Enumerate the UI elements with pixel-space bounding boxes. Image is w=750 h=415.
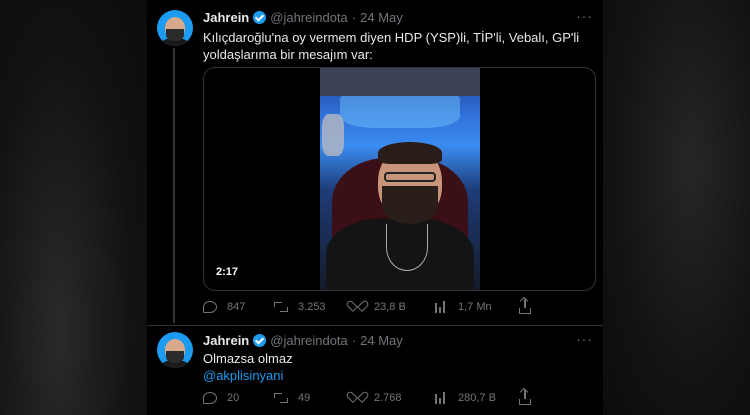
background-left: [0, 0, 147, 415]
like-icon: [350, 391, 364, 405]
tweet-header: Jahrein @jahreindota · 24 May ···: [203, 8, 593, 25]
author-handle[interactable]: @jahreindota: [270, 333, 348, 348]
reply-button[interactable]: 847: [203, 301, 274, 313]
like-button[interactable]: 23,8 B: [350, 300, 434, 314]
video-player[interactable]: 2:17: [203, 67, 596, 291]
like-count: 2.768: [374, 392, 402, 404]
mention-link[interactable]: @akplisinyani: [203, 367, 593, 384]
like-count: 23,8 B: [374, 301, 406, 313]
video-bg-shelf: [320, 68, 480, 96]
reply-count: 847: [227, 301, 246, 313]
retweet-count: 49: [298, 392, 311, 404]
tweet-actions: 847 3.253 23,8 B 1,7 Mn: [203, 298, 593, 315]
video-bg-figure: [322, 114, 344, 156]
views-icon: [434, 300, 448, 314]
more-options-icon[interactable]: ···: [576, 331, 593, 347]
video-duration: 2:17: [216, 266, 239, 278]
retweet-count: 3.253: [298, 301, 326, 313]
video-person-glasses: [384, 172, 436, 182]
tweet-date[interactable]: 24 May: [360, 333, 403, 348]
tweet-date[interactable]: 24 May: [360, 10, 403, 25]
share-button[interactable]: [519, 298, 531, 314]
reply-count: 20: [227, 392, 240, 404]
views-icon: [434, 391, 448, 405]
reply-icon: [203, 301, 217, 313]
share-button[interactable]: [519, 389, 531, 405]
retweet-icon: [274, 300, 288, 314]
author-handle[interactable]: @jahreindota: [270, 10, 348, 25]
tweet-thread: Jahrein @jahreindota · 24 May ··· Kılıçd…: [147, 0, 603, 415]
avatar[interactable]: [157, 10, 193, 46]
share-icon: [519, 298, 531, 314]
views-count: 1,7 Mn: [458, 301, 492, 313]
avatar-beard: [166, 351, 184, 363]
tweet-text: Olmazsa olmaz @akplisinyani: [203, 350, 593, 384]
tweet-divider: [147, 325, 603, 326]
avatar[interactable]: [157, 332, 193, 368]
background-right: [603, 0, 750, 415]
author-name[interactable]: Jahrein: [203, 10, 249, 25]
avatar-beard: [166, 29, 184, 41]
tweet-text-line-1: Kılıçdaroğlu'na oy vermem diyen HDP (YSP…: [203, 30, 580, 45]
share-icon: [519, 389, 531, 405]
like-icon: [350, 300, 364, 314]
video-person-chain: [386, 224, 428, 271]
separator-dot: ·: [351, 333, 357, 348]
separator-dot: ·: [351, 10, 357, 25]
tweet-header: Jahrein @jahreindota · 24 May ···: [203, 331, 593, 348]
retweet-button[interactable]: 49: [274, 391, 350, 405]
views-count: 280,7 B: [458, 392, 496, 404]
reply-button[interactable]: 20: [203, 392, 274, 404]
thread-connector-line: [173, 48, 175, 323]
video-person-hair: [378, 142, 442, 164]
tweet-actions: 20 49 2.768 280,7 B: [203, 389, 593, 406]
tweet-text-line-2: yoldaşlarıma bir mesajım var:: [203, 47, 373, 62]
like-button[interactable]: 2.768: [350, 391, 434, 405]
retweet-button[interactable]: 3.253: [274, 300, 350, 314]
verified-badge-icon: [253, 11, 267, 24]
video-person-beard: [382, 186, 438, 224]
retweet-icon: [274, 391, 288, 405]
tweet-text-line-1: Olmazsa olmaz: [203, 351, 293, 366]
views-button[interactable]: 1,7 Mn: [434, 300, 519, 314]
reply-icon: [203, 392, 217, 404]
tweet-text: Kılıçdaroğlu'na oy vermem diyen HDP (YSP…: [203, 29, 593, 63]
verified-badge-icon: [253, 334, 267, 347]
video-thumbnail: [320, 68, 480, 290]
author-name[interactable]: Jahrein: [203, 333, 249, 348]
more-options-icon[interactable]: ···: [576, 8, 593, 24]
views-button[interactable]: 280,7 B: [434, 391, 519, 405]
